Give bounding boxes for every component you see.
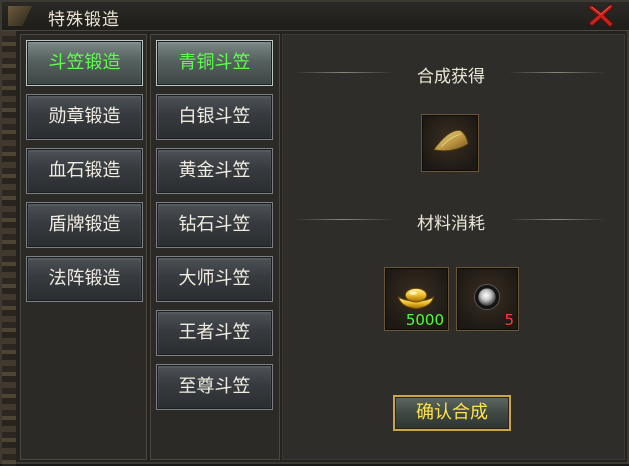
material-count-gold: 5000 (405, 311, 444, 329)
item-button-supreme-hat[interactable]: 至尊斗笠 (156, 364, 273, 410)
result-heading: 合成获得 (417, 67, 485, 87)
materials-heading: 材料消耗 (417, 214, 485, 234)
confirm-forge-button[interactable]: 确认合成 (393, 395, 511, 431)
material-count-orb: 5 (504, 311, 514, 329)
result-item-slot[interactable] (421, 114, 479, 172)
category-button-array[interactable]: 法阵锻造 (26, 256, 143, 302)
category-button-hat[interactable]: 斗笠锻造 (26, 40, 143, 86)
title-ornament-icon (8, 6, 32, 26)
material-slot-orb[interactable]: 5 (456, 267, 519, 331)
item-button-diamond-hat[interactable]: 钻石斗笠 (156, 202, 273, 248)
category-button-medal[interactable]: 勋章锻造 (26, 94, 143, 140)
window-frame-decoration (2, 30, 16, 466)
close-x-icon (588, 3, 614, 28)
divider (294, 219, 394, 220)
item-button-king-hat[interactable]: 王者斗笠 (156, 310, 273, 356)
material-slot-gold[interactable]: 5000 (384, 267, 449, 331)
forge-window: 特殊锻造 斗笠锻造 勋章锻造 血石锻造 盾牌锻造 法阵锻造 青铜斗笠 白银斗笠 … (0, 0, 629, 466)
item-button-gold-hat[interactable]: 黄金斗笠 (156, 148, 273, 194)
close-button[interactable] (586, 2, 616, 28)
category-button-shield[interactable]: 盾牌锻造 (26, 202, 143, 248)
item-button-silver-hat[interactable]: 白银斗笠 (156, 94, 273, 140)
divider (294, 72, 394, 73)
window-title: 特殊锻造 (48, 10, 120, 30)
divider (508, 219, 606, 220)
bamboo-hat-icon (432, 129, 469, 152)
divider (508, 72, 606, 73)
category-button-bloodstone[interactable]: 血石锻造 (26, 148, 143, 194)
title-bar: 特殊锻造 (2, 2, 629, 31)
item-button-bronze-hat[interactable]: 青铜斗笠 (156, 40, 273, 86)
item-button-master-hat[interactable]: 大师斗笠 (156, 256, 273, 302)
